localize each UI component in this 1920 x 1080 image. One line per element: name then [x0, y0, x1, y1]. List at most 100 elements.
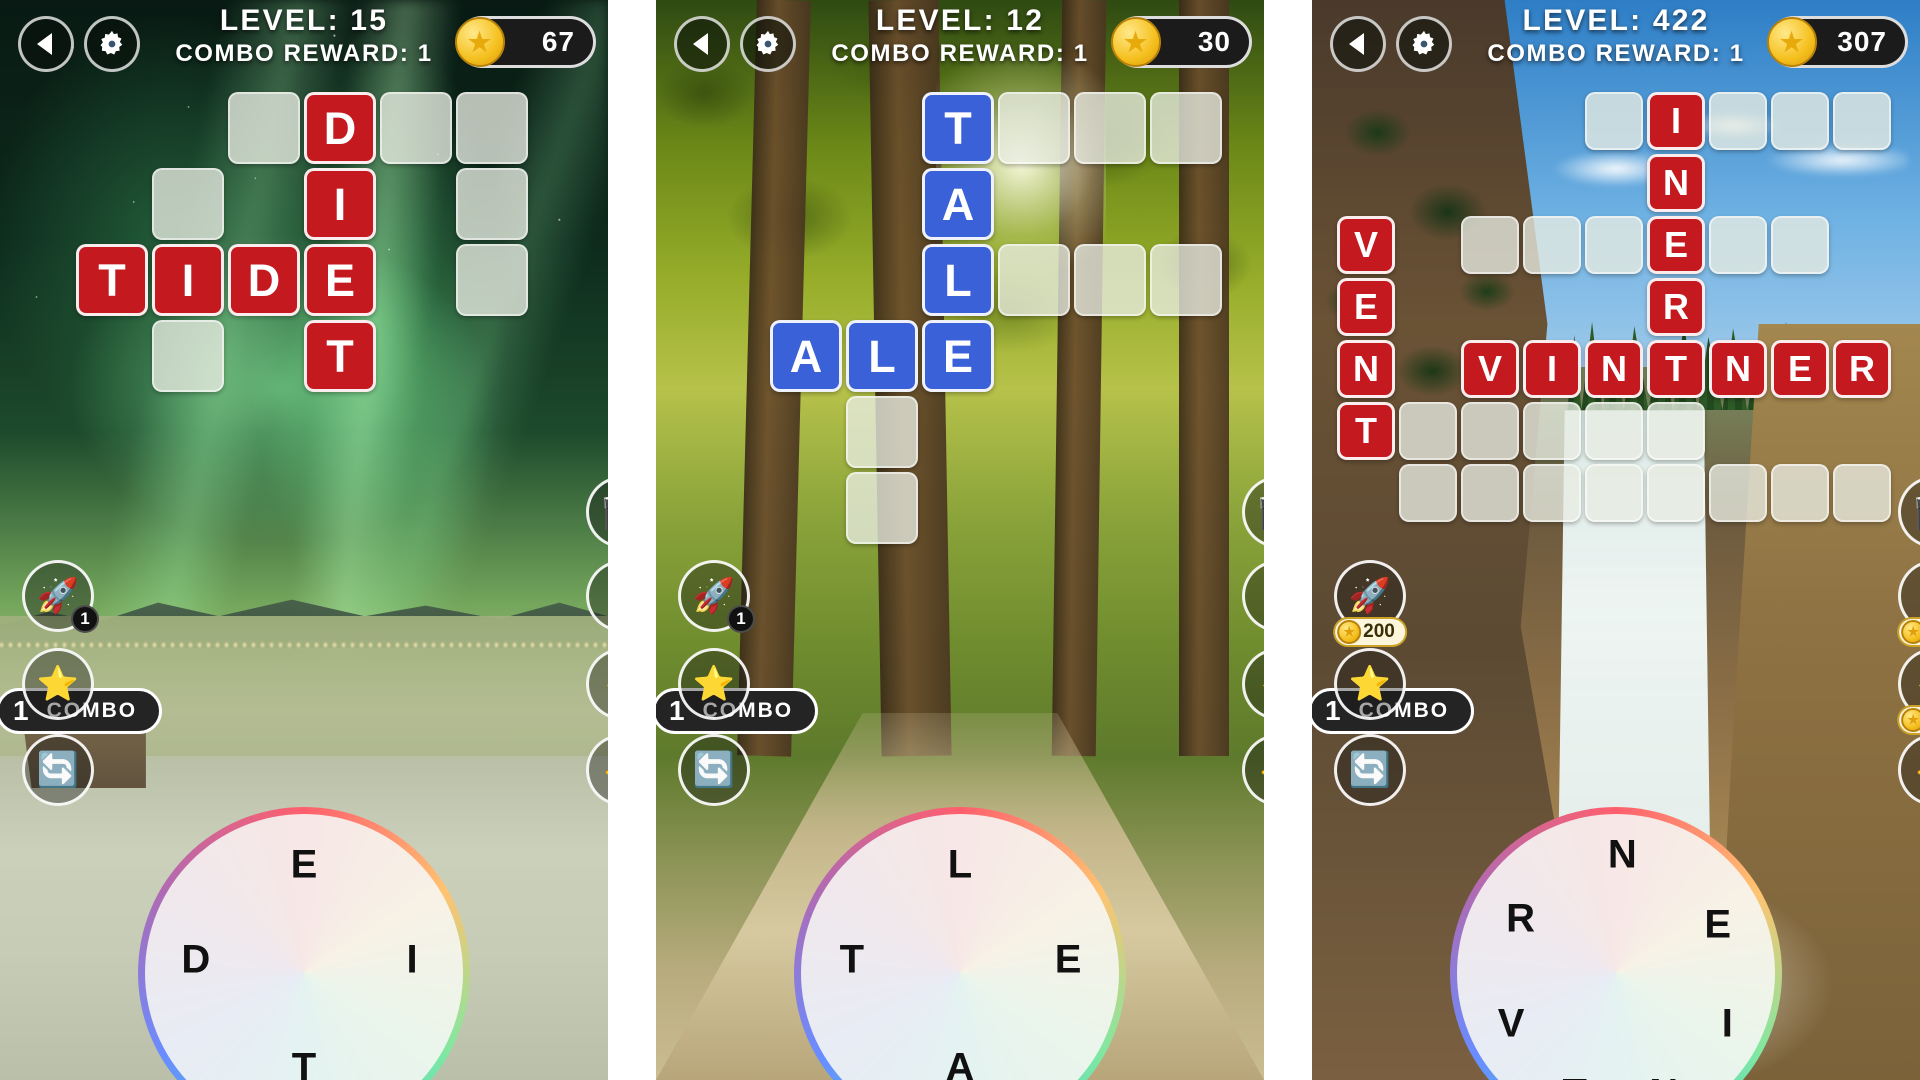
wheel-letter[interactable]: T	[1562, 1071, 1586, 1080]
grid-cell-empty	[1585, 402, 1643, 460]
coin-balance-button[interactable]: ★ 30	[1111, 16, 1252, 68]
gear-icon	[1409, 29, 1439, 59]
coin-icon: ★	[1337, 620, 1362, 644]
grid-cell-letter: E	[1337, 278, 1395, 336]
grid-cell-empty	[1771, 464, 1829, 522]
wheel-letter[interactable]: E	[1704, 903, 1731, 948]
game-panel: LEVEL: 422 COMBO REWARD: 1 ★ 307 INEVERN…	[1312, 0, 1920, 1080]
rocket-hint-button[interactable]: 🚀 ★ 200	[1333, 560, 1407, 647]
back-chevron-icon	[1348, 33, 1364, 55]
back-button[interactable]	[18, 16, 74, 72]
grid-cell-empty	[1461, 402, 1519, 460]
shuffle-button[interactable]: 🔄	[1334, 734, 1406, 806]
wheel-letter[interactable]: N	[1608, 833, 1637, 878]
grid-cell-empty	[1523, 402, 1581, 460]
letter-wheel-surface[interactable]: N R E V I T N	[1457, 814, 1775, 1080]
panel-divider	[608, 0, 656, 1080]
shuffle-button[interactable]: 🔄	[678, 734, 750, 806]
coin-balance-button[interactable]: ★ 67	[455, 16, 596, 68]
wheel-letter[interactable]: L	[948, 842, 972, 887]
grid-cell-letter: L	[846, 320, 918, 392]
wheel-letter[interactable]: T	[840, 938, 864, 983]
star-icon: ⭐	[692, 665, 736, 703]
star-button[interactable]: ⭐	[1334, 648, 1406, 720]
star-button[interactable]: ⭐	[678, 648, 750, 720]
grid-cell-empty	[1709, 216, 1767, 274]
back-button[interactable]	[1330, 16, 1386, 72]
letter-wheel-surface[interactable]: E D I T	[145, 814, 463, 1080]
screenshot-root: LEVEL: 15 COMBO REWARD: 1 ★ 67 DITIDET 1…	[0, 0, 1920, 1080]
grid-area: INEVERNVINTNERT	[1312, 92, 1920, 652]
wheel-letter[interactable]: T	[292, 1046, 316, 1080]
wheel-letter[interactable]: N	[1649, 1071, 1678, 1080]
coin-balance-button[interactable]: ★ 307	[1767, 16, 1908, 68]
grid-cell-empty	[1399, 402, 1457, 460]
grid-cell-empty	[1461, 216, 1519, 274]
lightbulb-icon: 💡	[601, 579, 608, 613]
grid-cell-empty	[1585, 216, 1643, 274]
grid-cell-empty	[1771, 92, 1829, 150]
lightning-icon: ⚡	[1913, 667, 1920, 701]
grid-cell-empty	[456, 244, 528, 316]
grid-cell-letter: E	[922, 320, 994, 392]
settings-button[interactable]	[84, 16, 140, 72]
grid-cell-letter: N	[1585, 340, 1643, 398]
grid-cell-empty	[1585, 92, 1643, 150]
grid-cell-empty	[1709, 464, 1767, 522]
wheel-letter[interactable]: I	[1722, 1001, 1733, 1046]
shuffle-icon: 🔄	[1348, 751, 1392, 789]
lightbulb-icon: 💡	[1913, 579, 1920, 613]
top-hud: LEVEL: 15 COMBO REWARD: 1 ★ 67	[0, 0, 608, 92]
grid-cell-empty	[1523, 464, 1581, 522]
video-coins-icon: 🎬	[1913, 495, 1920, 529]
rocket-icon: 🚀	[36, 577, 80, 615]
combo-reward-label: COMBO REWARD: 1	[175, 40, 433, 67]
coin-balance-value: 30	[1197, 26, 1231, 57]
hint-cost-badge: ★ 200	[1333, 617, 1407, 647]
grid-cell-empty	[456, 168, 528, 240]
gear-icon	[97, 29, 127, 59]
hint-count-badge: 1	[727, 605, 755, 633]
wheel-letter[interactable]: D	[181, 938, 210, 983]
lightning-icon: ⚡	[601, 667, 608, 701]
grid-cell-letter: T	[304, 320, 376, 392]
grid-cell-letter: D	[228, 244, 300, 316]
settings-button[interactable]	[740, 16, 796, 72]
wheel-letter[interactable]: V	[1498, 1001, 1525, 1046]
wheel-letter[interactable]: E	[291, 842, 318, 887]
coin-balance-value: 67	[541, 26, 575, 57]
grid-cell-empty	[1647, 464, 1705, 522]
letter-wheel-surface[interactable]: L T E A	[801, 814, 1119, 1080]
wheel-letter[interactable]: I	[407, 938, 418, 983]
grid-cell-empty	[1771, 216, 1829, 274]
grid-cell-letter: V	[1461, 340, 1519, 398]
grid-cell-empty	[1833, 464, 1891, 522]
crossword-grid: INEVERNVINTNERT	[1337, 92, 1895, 526]
hint-count-badge: 1	[71, 605, 99, 633]
grid-cell-letter: I	[304, 168, 376, 240]
wheel-letter[interactable]: E	[1055, 938, 1082, 983]
level-label: LEVEL: 15	[219, 4, 389, 37]
level-label: LEVEL: 12	[875, 4, 1045, 37]
grid-cell-empty	[998, 92, 1070, 164]
back-button[interactable]	[674, 16, 730, 72]
wheel-letter[interactable]: R	[1506, 896, 1535, 941]
hint-cost-badge: ★300	[1897, 705, 1920, 735]
coin-icon: ★	[1767, 17, 1817, 67]
grid-cell-empty	[1074, 244, 1146, 316]
grid-cell-empty	[846, 472, 918, 544]
back-chevron-icon	[692, 33, 708, 55]
star-button[interactable]: ⭐	[22, 648, 94, 720]
shuffle-button[interactable]: 🔄	[22, 734, 94, 806]
grid-cell-letter: E	[304, 244, 376, 316]
settings-button[interactable]	[1396, 16, 1452, 72]
combo-reward-label: COMBO REWARD: 1	[1487, 40, 1745, 67]
grid-area: TALALE	[656, 92, 1264, 652]
grid-cell-empty	[1150, 244, 1222, 316]
level-label: LEVEL: 422	[1522, 4, 1710, 37]
grid-cell-empty	[1523, 216, 1581, 274]
rocket-hint-button[interactable]: 🚀 1	[678, 560, 755, 633]
grid-cell-letter: A	[770, 320, 842, 392]
rocket-hint-button[interactable]: 🚀 1	[22, 560, 99, 633]
wheel-letter[interactable]: A	[946, 1046, 975, 1080]
